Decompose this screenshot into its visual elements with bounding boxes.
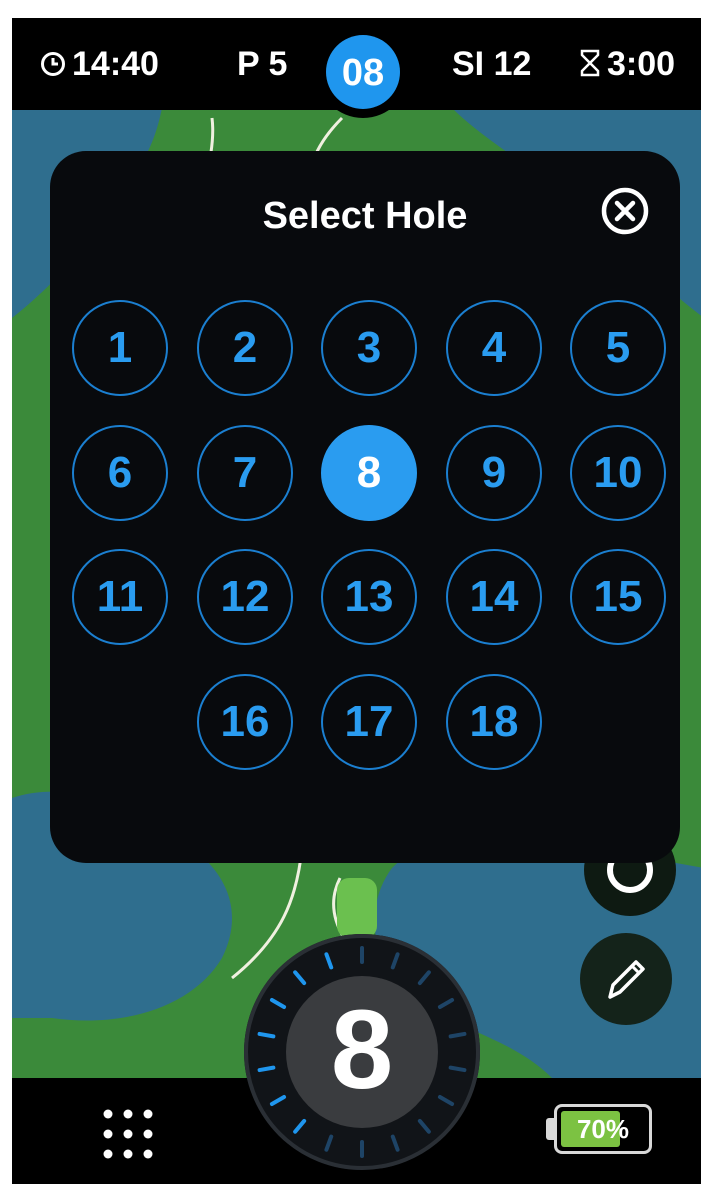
close-circle-icon <box>601 187 649 235</box>
edit-button[interactable] <box>580 933 672 1025</box>
hole-button-1[interactable]: 1 <box>72 300 168 396</box>
timer-value: 3:00 <box>607 45 676 83</box>
hole-button-9[interactable]: 9 <box>446 425 542 521</box>
dial-hole-number: 8 <box>330 987 394 1112</box>
battery-body: 70% <box>554 1104 652 1154</box>
hole-button-12[interactable]: 12 <box>197 549 293 645</box>
current-hole-badge[interactable]: 08 <box>317 26 409 118</box>
battery-indicator: 70% <box>542 1104 662 1160</box>
hole-button-2[interactable]: 2 <box>197 300 293 396</box>
battery-level: 70% <box>576 1114 630 1144</box>
stroke-index-label: SI 12 <box>452 45 532 83</box>
hole-button-14[interactable]: 14 <box>446 549 542 645</box>
pencil-icon <box>608 960 645 999</box>
hole-button-17[interactable]: 17 <box>321 674 417 770</box>
hourglass-icon <box>580 49 600 77</box>
clock: 14:40 <box>40 44 159 84</box>
grid-dots-icon <box>103 1109 153 1159</box>
hole-button-7[interactable]: 7 <box>197 425 293 521</box>
close-button[interactable] <box>600 186 650 236</box>
select-hole-dialog: Select Hole 1 2 3 4 5 6 7 8 9 10 11 12 13 14 15 16 17 18 <box>50 151 680 863</box>
clock-icon <box>41 52 65 76</box>
hole-button-15[interactable]: 15 <box>570 549 666 645</box>
menu-button[interactable] <box>98 1104 158 1164</box>
device-screen: 14:40 P 5 SI 12 3:00 08 Select Hole 1 2 … <box>12 18 701 1184</box>
dialog-title: Select Hole <box>262 195 468 237</box>
hole-dial[interactable]: 8 <box>242 932 482 1172</box>
hole-button-6[interactable]: 6 <box>72 425 168 521</box>
hole-button-3[interactable]: 3 <box>321 300 417 396</box>
hole-button-13[interactable]: 13 <box>321 549 417 645</box>
hole-button-5[interactable]: 5 <box>570 300 666 396</box>
hole-button-10[interactable]: 10 <box>570 425 666 521</box>
hole-button-8[interactable]: 8 <box>321 425 417 521</box>
hole-button-16[interactable]: 16 <box>197 674 293 770</box>
current-hole-number: 08 <box>326 35 400 109</box>
par-label: P 5 <box>237 45 288 83</box>
battery-cap <box>546 1118 554 1140</box>
hole-button-4[interactable]: 4 <box>446 300 542 396</box>
clock-time: 14:40 <box>72 45 159 83</box>
timer: 3:00 <box>579 44 675 84</box>
hole-button-18[interactable]: 18 <box>446 674 542 770</box>
hole-button-11[interactable]: 11 <box>72 549 168 645</box>
